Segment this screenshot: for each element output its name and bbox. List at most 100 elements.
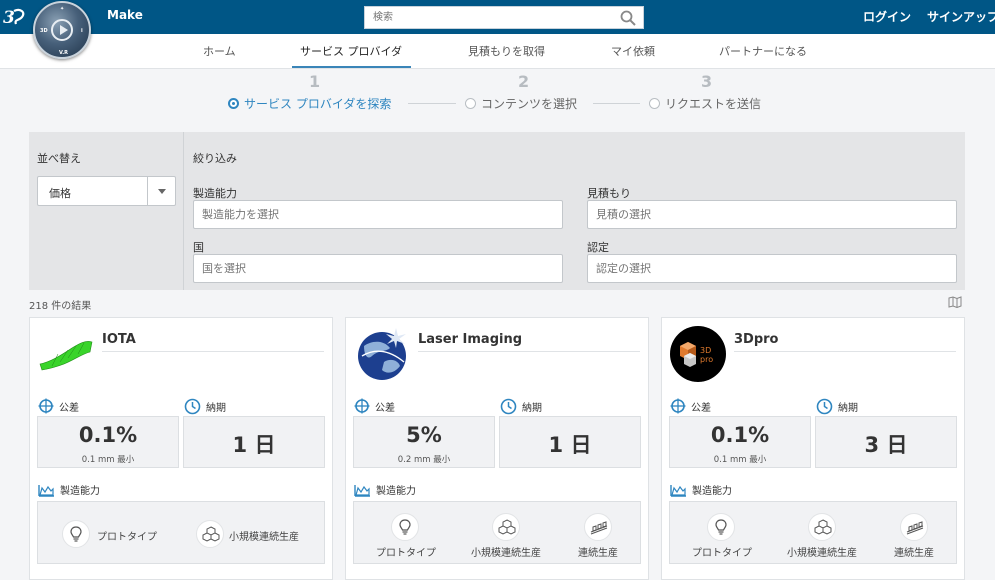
capability-label: 製造能力	[670, 482, 732, 497]
cubes-icon	[808, 513, 836, 541]
sort-select[interactable]: 価格	[37, 176, 176, 206]
play-icon	[51, 19, 73, 41]
step-2-number: 2	[518, 72, 530, 91]
tolerance-box: 0.1% 0.1 mm 最小	[37, 416, 179, 468]
tolerance-min: 0.2 mm 最小	[397, 455, 451, 465]
clock-icon	[500, 398, 517, 415]
provider-name[interactable]: Laser Imaging	[418, 332, 522, 347]
area-chart-icon	[38, 484, 54, 497]
sort-column: 並べ替え 価格	[29, 132, 184, 290]
sort-value: 価格	[49, 187, 71, 200]
clock-icon	[184, 398, 201, 415]
lead-time-value: 1 日	[232, 433, 276, 457]
clock-icon	[816, 398, 833, 415]
capability-mass-production: 連続生産	[894, 548, 934, 559]
step-explore[interactable]: サービス プロバイダを探索	[228, 95, 391, 112]
step-connector	[593, 103, 640, 104]
chevron-down-icon[interactable]	[147, 177, 175, 205]
tolerance-label: 公差	[38, 398, 79, 414]
provider-card-iota[interactable]: IOTA 公差 納期 0.1% 0.1 mm 最小 1 日 製造能力 プロトタイ…	[29, 317, 333, 580]
svg-text:3: 3	[3, 8, 15, 28]
search-box	[364, 6, 644, 29]
production-line-icon	[584, 513, 612, 541]
capability-small-batch: 小規模連続生産	[787, 548, 857, 559]
provider-card-laser-imaging[interactable]: Laser Imaging 公差 納期 5% 0.2 mm 最小 1 日 製造能…	[345, 317, 649, 580]
search-icon[interactable]	[620, 10, 636, 26]
compass-icon[interactable]: ✦ 3D i V.R	[33, 1, 91, 59]
tolerance-value: 5%	[406, 423, 442, 447]
dassault-logo-icon[interactable]: 3	[2, 6, 28, 28]
tolerance-value: 0.1%	[710, 423, 770, 447]
step-radio-icon	[228, 98, 239, 109]
divider	[102, 351, 324, 352]
search-input[interactable]	[365, 7, 605, 28]
quote-filter-label: 見積もり	[587, 187, 631, 200]
lead-time-box: 1 日	[183, 416, 325, 468]
logo-text: 3D pro	[700, 346, 714, 364]
step-radio-icon	[649, 98, 660, 109]
nav-become-partner[interactable]: パートナーになる	[719, 43, 807, 59]
tolerance-min: 0.1 mm 最小	[713, 455, 767, 465]
capability-box: プロトタイプ 小規模連続生産 連続生産	[669, 501, 957, 564]
lead-time-value: 1 日	[548, 433, 592, 457]
app-title: Make	[107, 8, 143, 22]
cert-filter-label: 認定	[587, 241, 609, 254]
capability-small-batch: 小規模連続生産	[229, 532, 299, 543]
capability-box: プロトタイプ 小規模連続生産 連続生産	[353, 501, 641, 564]
crosshair-icon	[670, 398, 686, 414]
step-label: リクエストを送信	[665, 97, 762, 111]
nav-service-providers[interactable]: サービス プロバイダ	[300, 43, 402, 59]
capability-filter-input[interactable]	[194, 201, 562, 228]
lightbulb-icon	[62, 520, 90, 548]
cubes-icon	[492, 513, 520, 541]
capability-box: プロトタイプ 小規模連続生産	[37, 501, 325, 564]
iota-logo	[39, 341, 93, 371]
sort-label: 並べ替え	[37, 152, 81, 165]
capability-label: 製造能力	[354, 482, 416, 497]
laser-imaging-logo	[358, 328, 406, 380]
step-send-request[interactable]: リクエストを送信	[649, 95, 761, 112]
step-label: サービス プロバイダを探索	[244, 97, 392, 111]
lightbulb-icon	[391, 513, 419, 541]
divider	[734, 351, 956, 352]
capability-filter-label: 製造能力	[193, 187, 237, 200]
cert-filter-field	[587, 254, 957, 283]
crosshair-icon	[38, 398, 54, 414]
area-chart-icon	[354, 484, 370, 497]
country-filter-label: 国	[193, 241, 204, 254]
tolerance-box: 5% 0.2 mm 最小	[353, 416, 495, 468]
nav-get-quote[interactable]: 見積もりを取得	[468, 43, 545, 59]
tolerance-min: 0.1 mm 最小	[81, 455, 135, 465]
country-filter-field	[193, 254, 563, 283]
cubes-icon	[196, 520, 224, 548]
nav-home[interactable]: ホーム	[203, 43, 236, 59]
top-bar: 3 Make ログイン サインアップ	[0, 0, 995, 34]
lead-time-value: 3 日	[864, 433, 908, 457]
nav-bar: ホーム サービス プロバイダ 見積もりを取得 マイ依頼 パートナーになる	[0, 34, 995, 69]
country-filter-input[interactable]	[194, 255, 562, 282]
area-chart-icon	[670, 484, 686, 497]
step-1-number: 1	[309, 72, 321, 91]
step-select-content[interactable]: コンテンツを選択	[465, 95, 577, 112]
nav-my-requests[interactable]: マイ依頼	[611, 43, 655, 59]
provider-name[interactable]: 3Dpro	[734, 332, 778, 347]
provider-name[interactable]: IOTA	[102, 332, 136, 347]
nav-active-underline	[292, 66, 411, 68]
step-radio-icon	[465, 98, 476, 109]
results-count: 218 件の結果	[29, 301, 92, 312]
cert-filter-input[interactable]	[588, 255, 956, 282]
3dpro-logo: 3D pro	[670, 326, 726, 382]
quote-filter-input[interactable]	[588, 201, 956, 228]
capability-small-batch: 小規模連続生産	[471, 548, 541, 559]
tolerance-label: 公差	[354, 398, 395, 414]
lead-time-label: 納期	[816, 398, 858, 415]
tolerance-label: 公差	[670, 398, 711, 414]
signup-link[interactable]: サインアップ	[927, 8, 995, 25]
lead-time-label: 納期	[500, 398, 542, 415]
provider-card-3dpro[interactable]: 3D pro 3Dpro 公差 納期 0.1% 0.1 mm 最小 3 日 製造…	[661, 317, 965, 580]
capability-label: 製造能力	[38, 482, 100, 497]
map-icon[interactable]	[948, 296, 962, 308]
login-link[interactable]: ログイン	[863, 8, 911, 25]
filter-panel: 並べ替え 価格 絞り込み 製造能力 見積もり 国 認定	[29, 132, 965, 290]
lead-time-box: 1 日	[499, 416, 641, 468]
